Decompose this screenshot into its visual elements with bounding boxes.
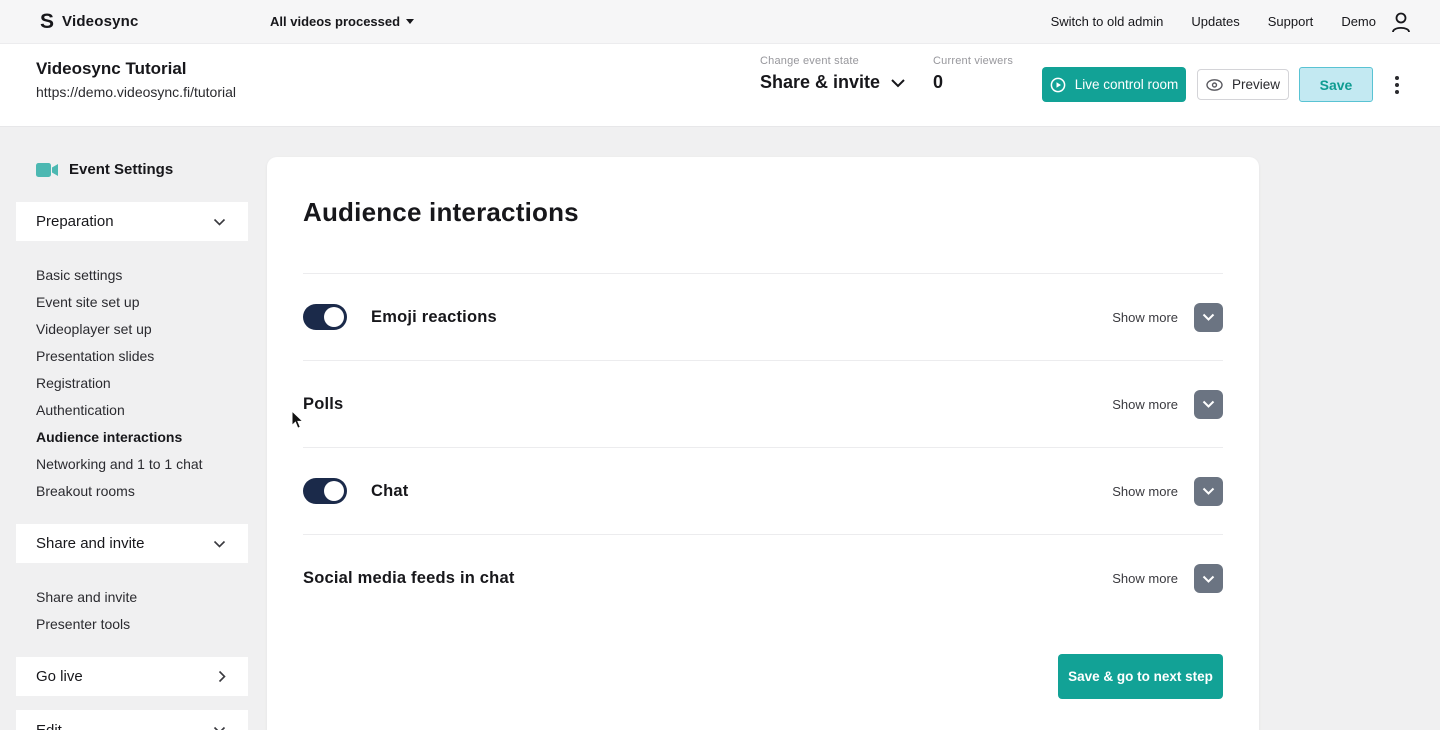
sidebar-item-presenter-tools[interactable]: Presenter tools <box>36 611 137 638</box>
chevron-down-icon <box>1202 313 1215 321</box>
audience-interactions-panel: Audience interactions Emoji reactions Sh… <box>267 157 1259 730</box>
show-more-link[interactable]: Show more <box>1112 397 1178 412</box>
save-button[interactable]: Save <box>1299 67 1373 102</box>
preview-button[interactable]: Preview <box>1197 69 1289 100</box>
user-account-icon[interactable] <box>1390 10 1412 39</box>
chat-toggle[interactable] <box>303 478 347 504</box>
brand-name: Videosync <box>62 13 139 30</box>
share-invite-items: Share and invite Presenter tools <box>36 584 137 638</box>
event-header: Videosync Tutorial https://demo.videosyn… <box>0 44 1440 127</box>
panel-title: Audience interactions <box>303 197 579 227</box>
more-options-kebab-menu[interactable] <box>1390 66 1404 104</box>
videos-status-dropdown[interactable]: All videos processed <box>270 14 415 29</box>
emoji-reactions-toggle[interactable] <box>303 304 347 330</box>
sidebar-section-go-live[interactable]: Go live <box>16 657 248 696</box>
event-state-label: Change event state <box>760 55 860 67</box>
chevron-down-icon <box>891 78 905 87</box>
sidebar-section-edit[interactable]: Edit <box>16 710 248 730</box>
save-and-next-step-button[interactable]: Save & go to next step <box>1058 654 1223 699</box>
link-demo[interactable]: Demo <box>1341 14 1376 29</box>
event-url[interactable]: https://demo.videosync.fi/tutorial <box>36 84 236 100</box>
videosync-logo-icon: S <box>40 10 55 33</box>
show-more-link[interactable]: Show more <box>1112 484 1178 499</box>
expand-row-button[interactable] <box>1194 389 1223 419</box>
videos-status-label: All videos processed <box>270 14 401 29</box>
chevron-down-icon <box>213 218 226 226</box>
chevron-right-icon <box>218 670 226 683</box>
link-updates[interactable]: Updates <box>1191 14 1239 29</box>
show-more-link[interactable]: Show more <box>1112 571 1178 586</box>
show-more-link[interactable]: Show more <box>1112 310 1178 325</box>
section-label: Share and invite <box>36 535 145 552</box>
chevron-down-icon <box>213 726 226 730</box>
setting-row-chat: Chat Show more <box>303 448 1223 535</box>
section-label: Edit <box>36 721 62 730</box>
sidebar-section-preparation[interactable]: Preparation <box>16 202 248 241</box>
current-viewers-count: 0 <box>933 72 944 92</box>
expand-row-button[interactable] <box>1194 564 1223 593</box>
sidebar-item-breakout-rooms[interactable]: Breakout rooms <box>36 478 203 505</box>
current-viewers-block: Current viewers 0 <box>933 55 1013 93</box>
current-viewers-label: Current viewers <box>933 55 1014 67</box>
event-state-dropdown[interactable]: Share & invite <box>760 72 906 93</box>
sidebar-item-basic-settings[interactable]: Basic settings <box>36 262 203 289</box>
section-label: Preparation <box>36 213 114 230</box>
link-support[interactable]: Support <box>1268 14 1314 29</box>
preview-button-label: Preview <box>1231 77 1280 92</box>
caret-down-icon <box>406 19 415 24</box>
event-state-block: Change event state Share & invite <box>760 55 906 93</box>
chevron-down-icon <box>1202 487 1215 495</box>
row-label: Chat <box>371 481 409 500</box>
live-button-label: Live control room <box>1074 77 1179 92</box>
sidebar-title-label: Event Settings <box>69 161 174 178</box>
play-circle-icon <box>1050 77 1066 92</box>
sidebar-item-audience-interactions[interactable]: Audience interactions <box>36 424 203 451</box>
expand-row-button[interactable] <box>1194 476 1223 506</box>
sidebar-item-registration[interactable]: Registration <box>36 370 203 397</box>
chevron-down-icon <box>1202 575 1215 583</box>
sidebar-item-networking-1to1-chat[interactable]: Networking and 1 to 1 chat <box>36 451 203 478</box>
sidebar-title: Event Settings <box>36 161 173 178</box>
live-control-room-button[interactable]: Live control room <box>1042 67 1186 102</box>
section-label: Go live <box>36 668 83 685</box>
setting-row-polls: Polls Show more <box>303 361 1223 448</box>
top-links: Switch to old admin Updates Support Demo <box>1051 14 1376 29</box>
sidebar-section-share-and-invite[interactable]: Share and invite <box>16 524 248 563</box>
brand[interactable]: S Videosync <box>40 11 139 32</box>
setting-row-social-media-feeds: Social media feeds in chat Show more <box>303 535 1223 622</box>
link-switch-old-admin[interactable]: Switch to old admin <box>1051 14 1164 29</box>
top-bar: S Videosync All videos processed Switch … <box>0 0 1440 44</box>
row-label: Emoji reactions <box>371 307 497 326</box>
expand-row-button[interactable] <box>1194 302 1223 332</box>
sidebar-item-event-site-set-up[interactable]: Event site set up <box>36 289 203 316</box>
setting-row-emoji-reactions: Emoji reactions Show more <box>303 274 1223 361</box>
page-title: Videosync Tutorial <box>36 59 187 78</box>
event-state-value: Share & invite <box>760 72 881 92</box>
preparation-items: Basic settings Event site set up Videopl… <box>36 262 203 505</box>
chevron-down-icon <box>213 540 226 548</box>
row-label: Polls <box>303 394 344 413</box>
row-label: Social media feeds in chat <box>303 569 515 587</box>
chevron-down-icon <box>1202 400 1215 408</box>
eye-icon <box>1206 78 1223 91</box>
video-camera-icon <box>36 162 58 177</box>
sidebar-item-videoplayer-set-up[interactable]: Videoplayer set up <box>36 316 203 343</box>
divider <box>303 228 1223 274</box>
sidebar-item-authentication[interactable]: Authentication <box>36 397 203 424</box>
save-button-label: Save <box>1319 76 1353 93</box>
sidebar-item-share-and-invite[interactable]: Share and invite <box>36 584 137 611</box>
sidebar-item-presentation-slides[interactable]: Presentation slides <box>36 343 203 370</box>
sidebar: Event Settings Preparation Basic setting… <box>0 127 264 730</box>
